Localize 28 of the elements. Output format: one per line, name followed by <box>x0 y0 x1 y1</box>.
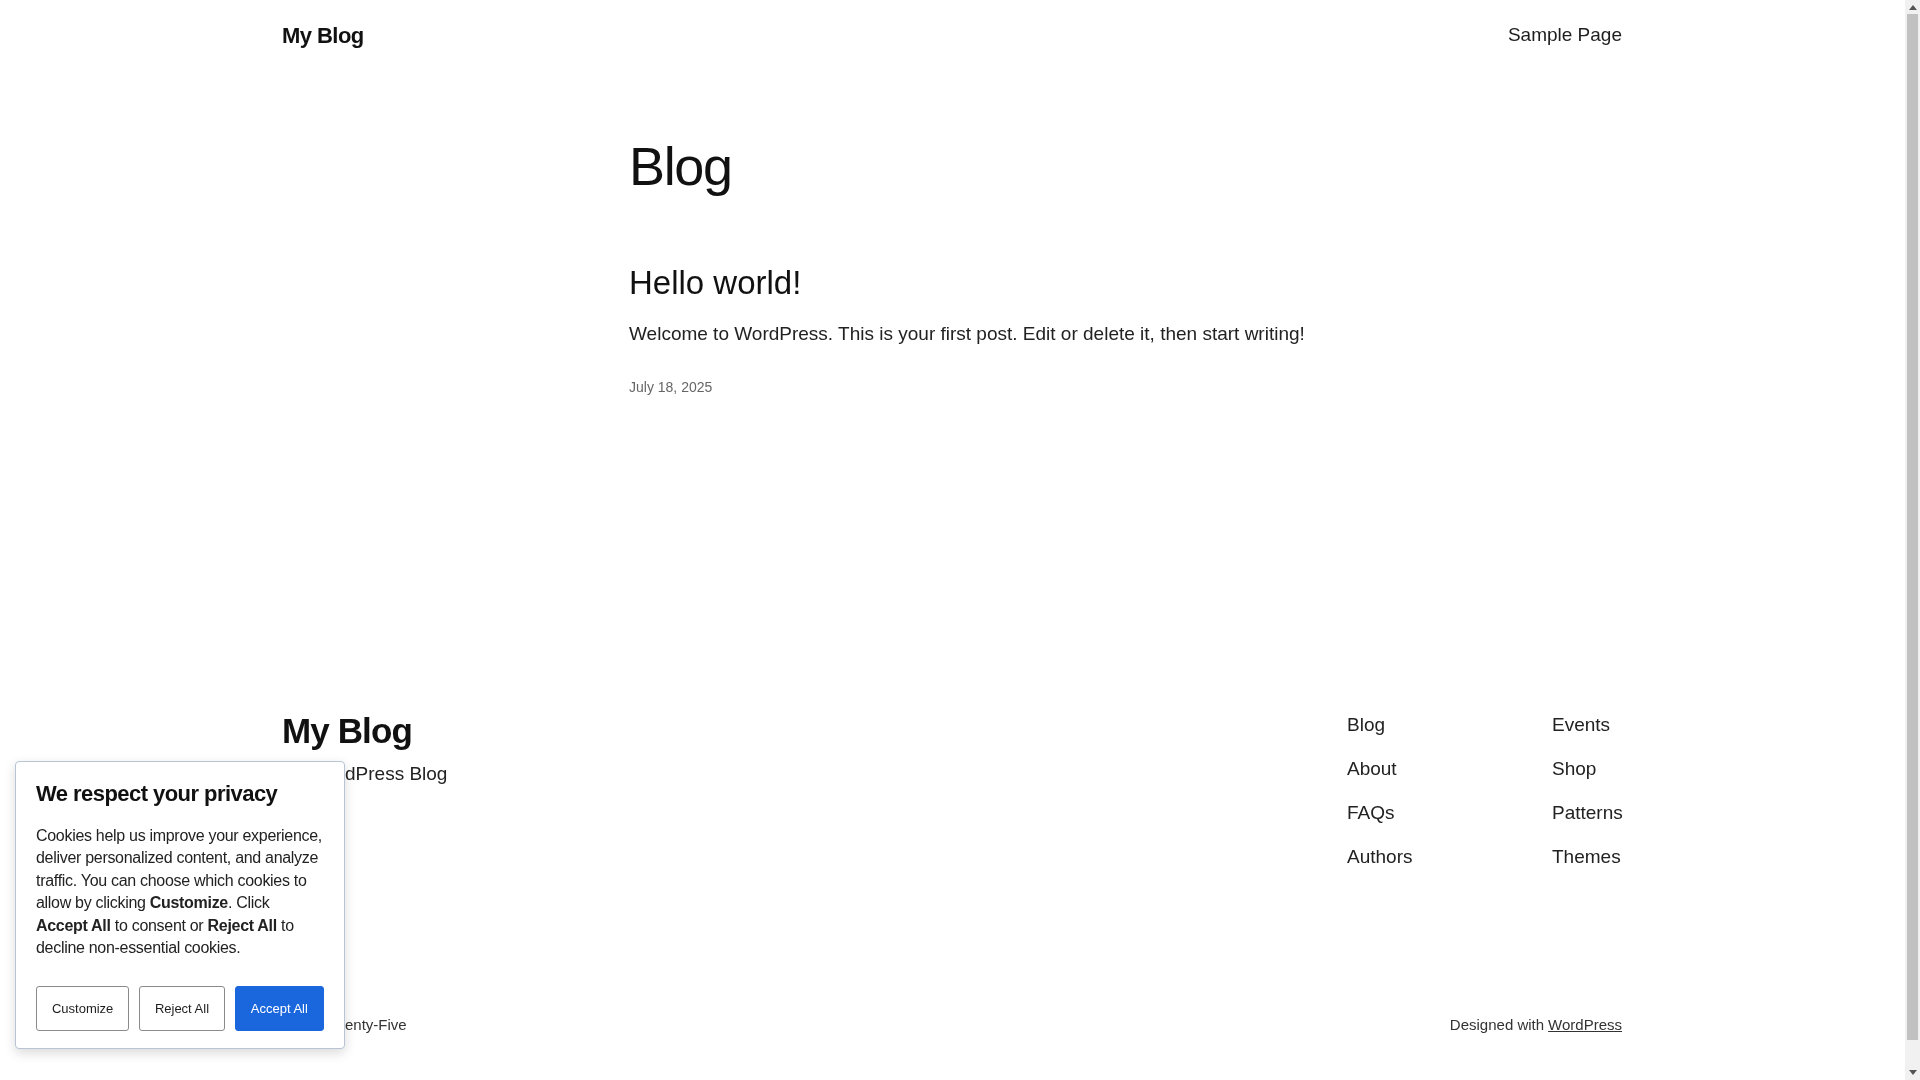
page-title: Blog <box>629 135 733 198</box>
scroll-down-icon[interactable] <box>1908 1070 1917 1075</box>
footer-tagline: dPress Blog <box>344 762 448 786</box>
post-date: July 18, 2025 <box>629 377 714 397</box>
footer-link[interactable]: Themes <box>1552 844 1622 870</box>
footer-link[interactable]: Patterns <box>1552 800 1622 826</box>
footer-link[interactable]: Authors <box>1347 844 1552 870</box>
cookie-button[interactable]: Customize <box>36 985 130 1031</box>
footer-link[interactable]: Shop <box>1552 756 1622 782</box>
scrollbar[interactable] <box>1905 0 1920 1080</box>
post-title[interactable]: Hello world! <box>629 262 1622 303</box>
cookie-message: Cookies help us improve your experience, deliver personalized content, and analyze traffic. You can choose which cookies to allow by clicking Customize. Click Accept All to consent or Reject All to decline non-essential cookies. <box>36 825 323 959</box>
post-excerpt: Welcome to WordPress. This is your first post. Edit or delete it, then start writing! <box>629 322 1306 347</box>
cookie-button[interactable]: Reject All <box>139 985 225 1031</box>
scroll-up-icon[interactable] <box>1908 5 1917 10</box>
cookie-title: We respect your privacy <box>36 780 279 808</box>
footer-link[interactable]: About <box>1347 756 1552 782</box>
scrollbar-thumb[interactable] <box>1907 14 1918 1040</box>
wordpress-link[interactable]: WordPress <box>1548 1013 1622 1036</box>
footer-site-title[interactable]: My Blog <box>282 710 448 752</box>
nav-link[interactable]: Sample Page <box>1507 20 1622 50</box>
theme-credit: enty-Five <box>344 1014 407 1035</box>
footer-link[interactable]: Blog <box>1347 712 1552 738</box>
cookie-button[interactable]: Accept All <box>234 985 324 1031</box>
footer-link[interactable]: FAQs <box>1347 800 1552 826</box>
credit-text: Designed with <box>1449 1014 1545 1035</box>
site-title[interactable]: My Blog <box>282 18 364 52</box>
footer-link[interactable]: Events <box>1552 712 1622 738</box>
